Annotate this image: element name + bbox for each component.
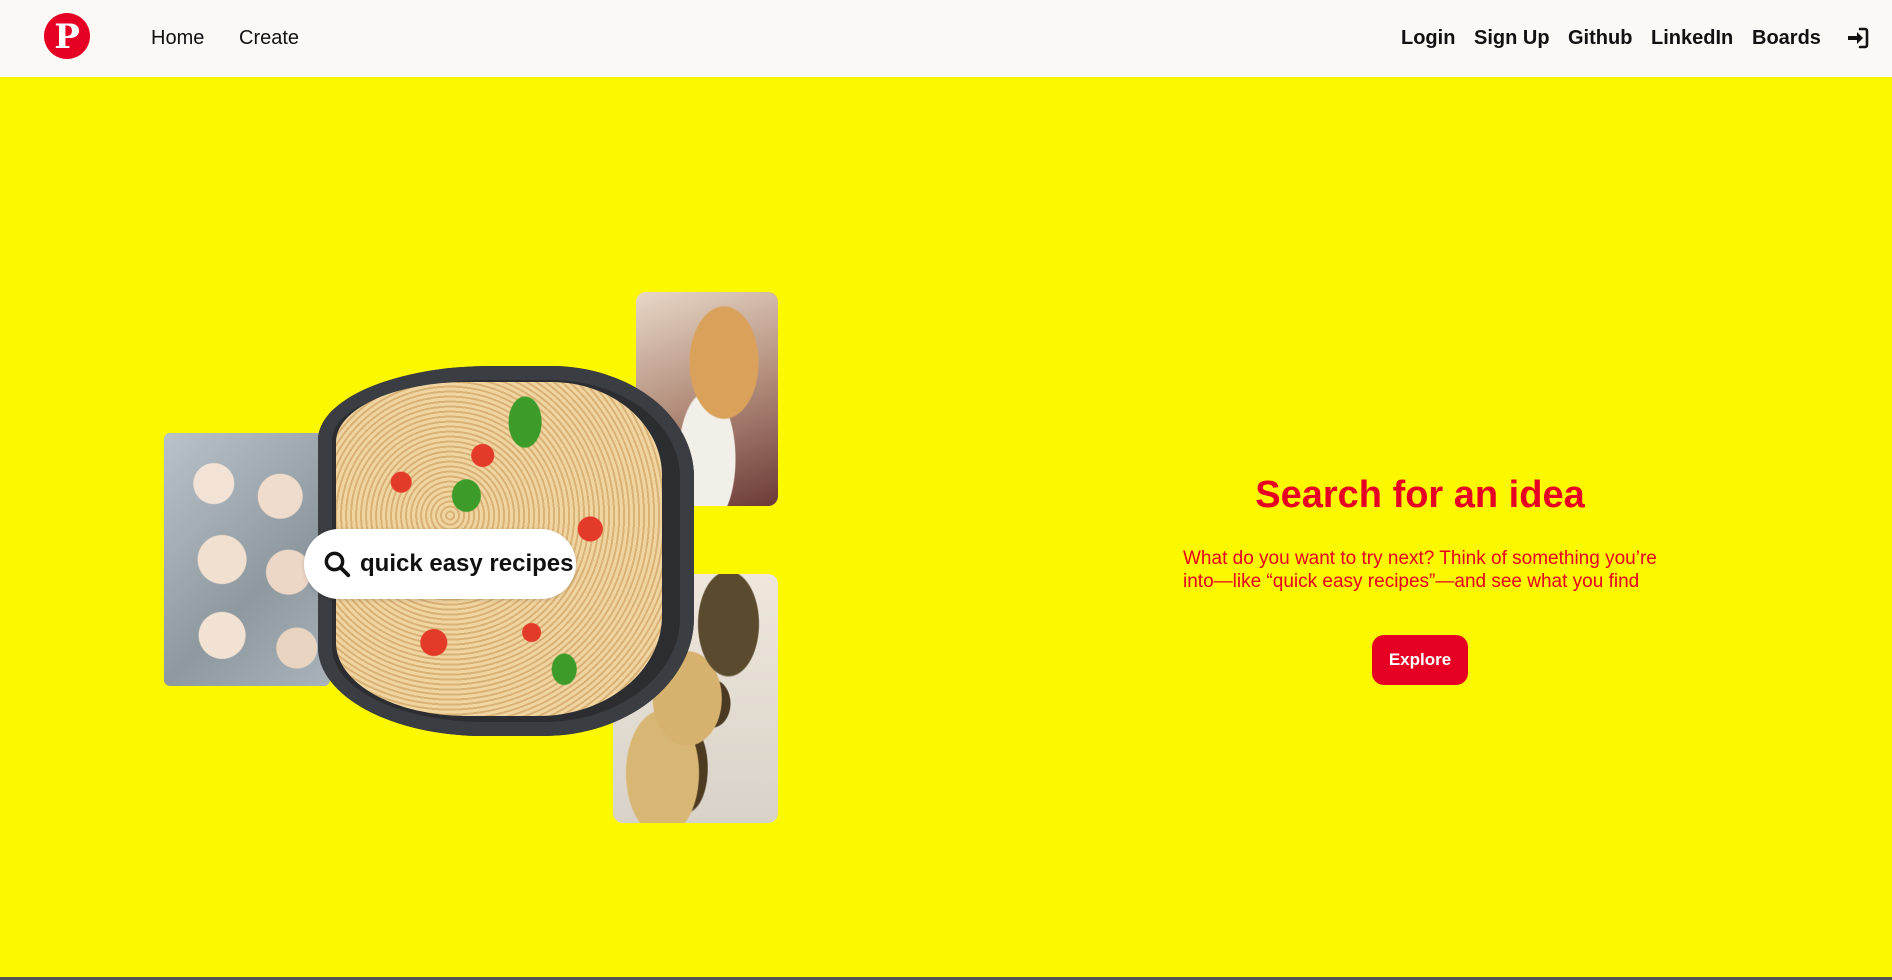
hero-title: Search for an idea (1255, 474, 1585, 516)
search-pill-text: quick easy recipes (360, 550, 574, 577)
nav-home-link[interactable]: Home (151, 26, 204, 50)
hero-description: What do you want to try next? Think of s… (1183, 548, 1657, 592)
nav-boards-link[interactable]: Boards (1752, 26, 1821, 50)
nav-github-link[interactable]: Github (1568, 26, 1632, 50)
pinterest-logo-icon[interactable]: P (44, 13, 90, 59)
search-icon (324, 551, 351, 578)
search-pill-graphic: quick easy recipes (304, 529, 576, 599)
nav-create-link[interactable]: Create (239, 26, 299, 50)
sign-in-icon[interactable] (1846, 26, 1870, 50)
top-navbar: P Home Create Login Sign Up Github Linke… (0, 0, 1892, 77)
nav-login-link[interactable]: Login (1401, 26, 1455, 50)
nav-linkedin-link[interactable]: LinkedIn (1651, 26, 1733, 50)
logo-letter: P (54, 17, 80, 57)
explore-button[interactable]: Explore (1372, 635, 1468, 685)
nav-signup-link[interactable]: Sign Up (1474, 26, 1550, 50)
